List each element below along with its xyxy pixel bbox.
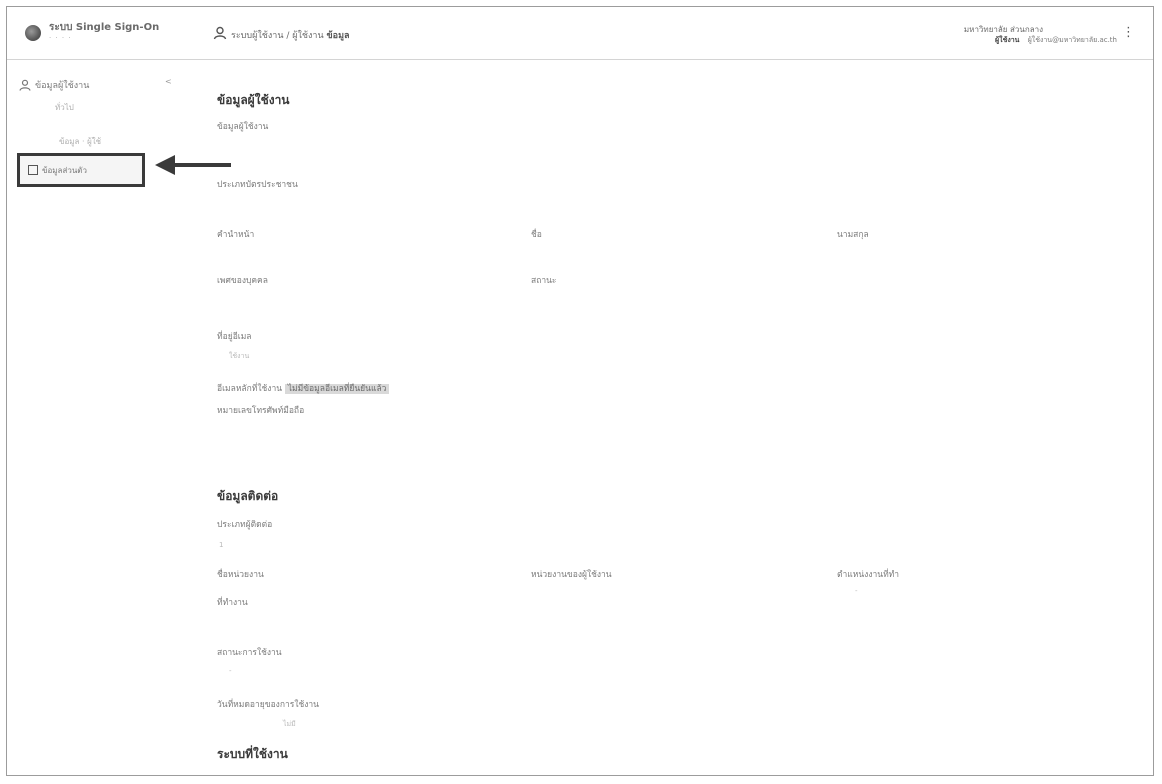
work-status-value: - bbox=[229, 667, 232, 675]
user-name: ผู้ใช้งาน bbox=[995, 36, 1020, 44]
unit-label: หน่วยงานของผู้ใช้งาน bbox=[531, 570, 612, 580]
position-value: - bbox=[855, 587, 858, 595]
sidebar-section-user[interactable]: ข้อมูลผู้ใช้งาน < bbox=[19, 77, 172, 93]
sidebar-item-profile-label: ข้อมูลส่วนตัว bbox=[42, 166, 87, 175]
sidebar-item-profile[interactable]: ข้อมูลส่วนตัว bbox=[17, 153, 145, 187]
user-info[interactable]: ผู้ใช้งาน ผู้ใช้งาน@มหาวิทยาลัย.ac.th bbox=[995, 35, 1117, 46]
main-content: ข้อมูลผู้ใช้งาน ข้อมูลผู้ใช้งาน ประเภทบั… bbox=[207, 67, 1137, 773]
location-label: ที่ทำงาน bbox=[217, 598, 248, 608]
primary-email-label: อีเมลหลักที่ใช้งาน bbox=[217, 384, 283, 394]
sidebar-item-general[interactable]: ทั่วไป bbox=[55, 101, 74, 114]
primary-email-row: อีเมลหลักที่ใช้งาน ไม่มีข้อมูลอีเมลที่ยื… bbox=[217, 381, 390, 395]
primary-email-value[interactable]: ไม่มีข้อมูลอีเมลที่ยืนยันแล้ว bbox=[284, 384, 390, 394]
gender-label: เพศของบุคคล bbox=[217, 276, 268, 286]
work-status-label: สถานะการใช้งาน bbox=[217, 648, 282, 658]
expire-value: ไม่มี bbox=[283, 720, 296, 728]
top-bar: ระบบ Single Sign-On · · · · ระบบผู้ใช้งา… bbox=[7, 7, 1153, 60]
app-subtitle: · · · · bbox=[49, 34, 72, 42]
breadcrumb-prefix[interactable]: ระบบผู้ใช้งาน / bbox=[231, 31, 289, 41]
office-label: ชื่อหน่วยงาน bbox=[217, 570, 264, 580]
position-label: ตำแหน่งงานที่ทำ bbox=[837, 570, 900, 580]
document-icon bbox=[28, 165, 38, 175]
sidebar-section-label: ข้อมูลผู้ใช้งาน bbox=[35, 81, 90, 91]
app-logo-icon bbox=[25, 25, 41, 41]
expire-label: วันที่หมดอายุของการใช้งาน bbox=[217, 700, 319, 710]
sidebar-item-user-data[interactable]: ข้อมูล · ผู้ใช้ bbox=[59, 135, 101, 148]
profile-section-title: ข้อมูลผู้ใช้งาน bbox=[217, 93, 290, 107]
email-section-label: ที่อยู่อีเมล bbox=[217, 332, 252, 342]
contact-id-value: 1 bbox=[219, 541, 224, 549]
contact-section-title: ข้อมูลติดต่อ bbox=[217, 489, 279, 503]
more-options-icon[interactable]: ⋮ bbox=[1122, 25, 1135, 40]
status-value: ใช้งาน bbox=[229, 352, 250, 360]
user-icon bbox=[19, 79, 31, 91]
id-type-label: ประเภทบัตรประชาชน bbox=[217, 180, 298, 190]
chevron-left-icon[interactable]: < bbox=[165, 77, 172, 86]
breadcrumb-middle[interactable]: ผู้ใช้งาน bbox=[292, 31, 323, 41]
systems-section-title: ระบบที่ใช้งาน bbox=[217, 747, 288, 761]
contact-subtitle: ประเภทผู้ติดต่อ bbox=[217, 520, 273, 530]
user-icon bbox=[213, 26, 227, 40]
lastname-label: นามสกุล bbox=[837, 230, 869, 240]
phone-label: หมายเลขโทรศัพท์มือถือ bbox=[217, 406, 305, 416]
user-email: ผู้ใช้งาน@มหาวิทยาลัย.ac.th bbox=[1027, 36, 1117, 44]
app-title: ระบบ Single Sign-On bbox=[49, 22, 160, 33]
breadcrumb: ระบบผู้ใช้งาน / ผู้ใช้งาน ข้อมูล bbox=[231, 28, 350, 42]
prefix-label: คำนำหน้า bbox=[217, 230, 255, 240]
status-label: สถานะ bbox=[531, 276, 557, 286]
profile-subtitle: ข้อมูลผู้ใช้งาน bbox=[217, 122, 269, 132]
firstname-label: ชื่อ bbox=[531, 230, 542, 240]
breadcrumb-current: ข้อมูล bbox=[326, 31, 350, 41]
sidebar: ข้อมูลผู้ใช้งาน < ทั่วไป ข้อมูล · ผู้ใช้… bbox=[7, 59, 175, 775]
app-window: ระบบ Single Sign-On · · · · ระบบผู้ใช้งา… bbox=[6, 6, 1154, 776]
